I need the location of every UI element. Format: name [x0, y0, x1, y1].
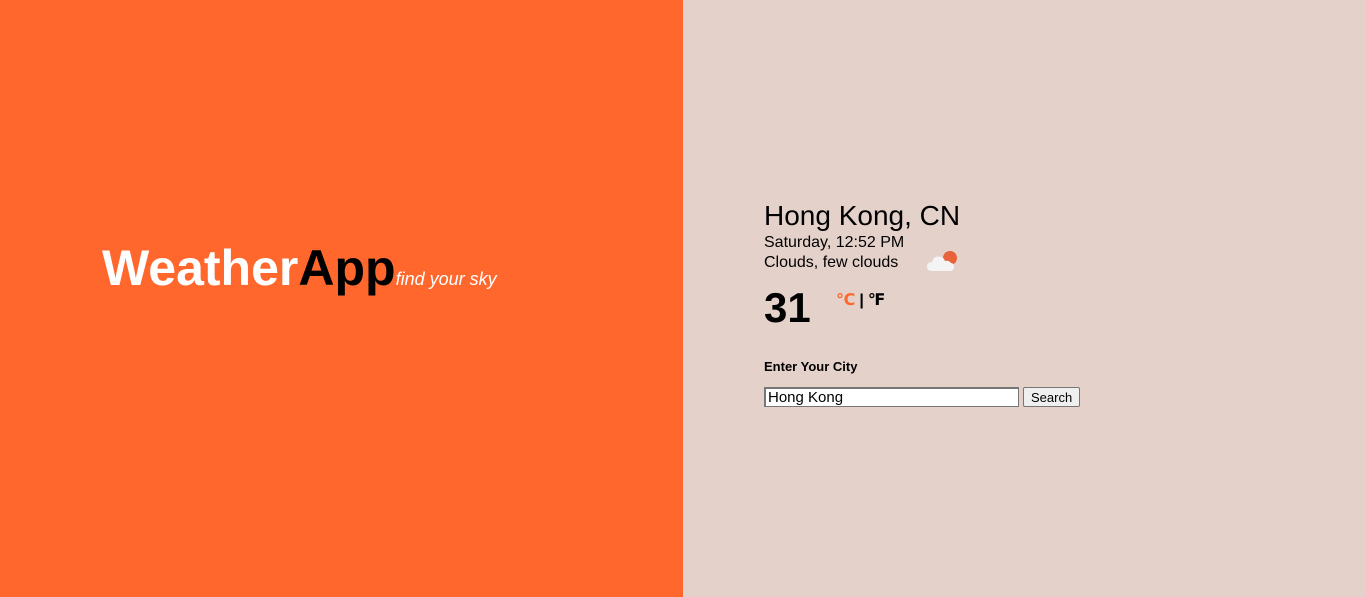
- description-row: Clouds, few clouds: [764, 251, 960, 275]
- search-button[interactable]: Search: [1023, 387, 1081, 407]
- city-name: Hong Kong, CN: [764, 200, 961, 231]
- city-search-label: Enter Your City: [764, 359, 858, 374]
- celsius-link[interactable]: ℃: [836, 292, 855, 309]
- city-search-form: Search: [764, 387, 1081, 407]
- weather-info: Hong Kong, CN Saturday, 12:52 PM Clouds,…: [764, 199, 960, 335]
- unit-toggle: ℃ | ℉: [836, 290, 885, 310]
- weather-panel: Hong Kong, CN Saturday, 12:52 PM Clouds,…: [683, 0, 1365, 597]
- cloud-sun-icon: [924, 247, 964, 277]
- weather-description: Clouds, few clouds: [764, 254, 899, 271]
- temperature-row: 31 ℃ | ℉: [764, 285, 960, 335]
- fahrenheit-link[interactable]: ℉: [868, 292, 885, 309]
- brand-weather-text: Weather: [102, 240, 299, 296]
- city-search-input[interactable]: [764, 387, 1019, 407]
- page: WeatherAppfind your sky Hong Kong, CN Sa…: [0, 0, 1365, 597]
- temperature-value: 31: [764, 284, 811, 331]
- brand-tagline: find your sky: [395, 269, 497, 289]
- brand-app-text: App: [298, 240, 396, 296]
- brand-panel: WeatherAppfind your sky: [0, 0, 683, 597]
- brand-logo: WeatherAppfind your sky: [102, 243, 497, 293]
- unit-separator: |: [859, 292, 864, 309]
